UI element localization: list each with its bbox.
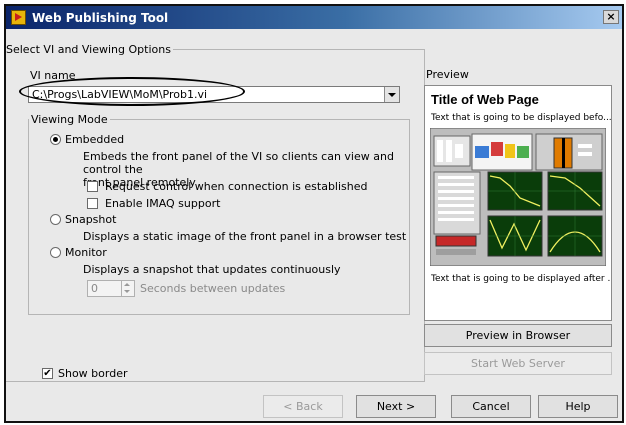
snapshot-radio[interactable] (50, 214, 61, 225)
monitor-label: Monitor (65, 246, 107, 259)
preview-panel: Title of Web Page Text that is going to … (424, 85, 612, 321)
update-delay-stepper[interactable]: 0 (87, 280, 135, 297)
enable-imaq-checkbox[interactable] (87, 198, 98, 209)
select-vi-group-legend: Select VI and Viewing Options (6, 43, 171, 56)
embedded-description-line1: Embeds the front panel of the VI so clie… (83, 150, 394, 176)
help-button[interactable]: Help (538, 395, 618, 418)
preview-text-after: Text that is going to be displayed after… (431, 274, 612, 284)
vi-name-combobox[interactable]: C:\Progs\LabVIEW\MoM\Prob1.vi (28, 86, 400, 103)
start-web-server-button[interactable]: Start Web Server (424, 352, 612, 375)
monitor-radio[interactable] (50, 247, 61, 258)
monitor-description: Displays a snapshot that updates continu… (83, 263, 341, 276)
close-button[interactable]: × (603, 10, 619, 24)
next-button[interactable]: Next > (356, 395, 436, 418)
show-border-label: Show border (58, 367, 128, 380)
window-title: Web Publishing Tool (32, 11, 169, 25)
front-panel-thumbnail (430, 128, 606, 266)
update-delay-value: 0 (91, 282, 98, 295)
vi-name-label: VI name (30, 69, 76, 82)
vi-name-value: C:\Progs\LabVIEW\MoM\Prob1.vi (32, 88, 208, 101)
preview-page-title: Title of Web Page (431, 92, 539, 107)
preview-in-browser-button[interactable]: Preview in Browser (424, 324, 612, 347)
checkmark-icon: ✔ (43, 368, 52, 379)
preview-legend: Preview (426, 68, 469, 81)
snapshot-description: Displays a static image of the front pan… (83, 230, 407, 243)
viewing-mode-legend: Viewing Mode (31, 113, 108, 126)
cancel-button[interactable]: Cancel (451, 395, 531, 418)
labview-app-icon (11, 10, 26, 25)
spinner-arrows-icon[interactable] (121, 281, 134, 296)
update-delay-label: Seconds between updates (140, 282, 286, 295)
enable-imaq-label: Enable IMAQ support (105, 197, 221, 210)
preview-text-before: Text that is going to be displayed befo.… (431, 113, 612, 123)
dropdown-arrow-icon[interactable] (384, 87, 399, 102)
embedded-radio[interactable] (50, 134, 61, 145)
web-publishing-tool-window: Web Publishing Tool × Select VI and View… (4, 4, 624, 423)
title-bar: Web Publishing Tool × (6, 6, 622, 29)
embedded-label: Embedded (65, 133, 125, 146)
back-button[interactable]: < Back (263, 395, 343, 418)
snapshot-label: Snapshot (65, 213, 117, 226)
request-control-label: Request control when connection is estab… (105, 180, 368, 193)
show-border-checkbox[interactable]: ✔ (42, 368, 53, 379)
request-control-checkbox[interactable] (87, 181, 98, 192)
